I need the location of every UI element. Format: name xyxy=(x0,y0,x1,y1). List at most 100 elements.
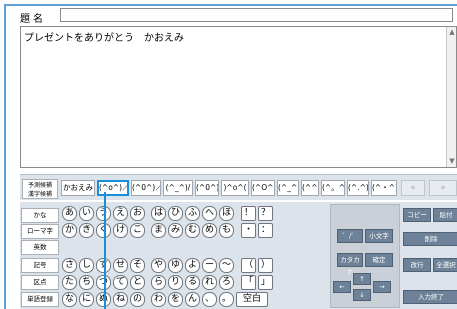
message-scrollbar[interactable]: ▲ ▼ xyxy=(446,27,456,167)
kana-key[interactable]: や xyxy=(151,258,166,273)
kana-key[interactable]: 「 xyxy=(241,275,256,290)
kana-key[interactable]: ！ xyxy=(241,206,256,221)
delete-button[interactable]: 削除 xyxy=(403,232,457,246)
kana-key[interactable]: の xyxy=(130,292,145,307)
kana-key[interactable]: き xyxy=(79,223,94,238)
confirm-button[interactable]: 確定 xyxy=(365,253,393,267)
kana-key[interactable]: ー xyxy=(202,258,217,273)
kana-key[interactable]: る xyxy=(185,275,200,290)
suggestion-chip[interactable]: (^・^) xyxy=(371,180,397,196)
suggestion-chip[interactable]: (^O^) xyxy=(251,180,275,196)
kana-key[interactable]: ん xyxy=(185,292,200,307)
suggestion-chip[interactable]: (^0^)／ xyxy=(131,180,161,196)
kana-key[interactable]: た xyxy=(62,275,77,290)
kana-key[interactable]: ？ xyxy=(258,206,273,221)
copy-button[interactable]: コピー xyxy=(403,208,431,222)
scroll-down-icon[interactable]: ▼ xyxy=(448,157,456,166)
suggestion-bar: 予測候補 漢字候補 かおえみ (^o^)／ (^0^)／ (^_^)/ (^0^… xyxy=(20,174,457,200)
mode-symbol-button[interactable]: 記号 xyxy=(21,258,59,273)
kana-key[interactable]: さ xyxy=(62,258,77,273)
selection-indicator-line xyxy=(104,192,106,309)
kana-key[interactable]: ひ xyxy=(168,206,183,221)
message-textarea[interactable]: プレゼントをありがとう かおえみ ▲ ▼ xyxy=(20,26,457,168)
kana-key[interactable]: せ xyxy=(113,258,128,273)
scroll-up-icon[interactable]: ▲ xyxy=(448,28,456,37)
kana-key[interactable]: れ xyxy=(202,275,217,290)
arrow-down-button[interactable]: ↓ xyxy=(353,289,371,301)
suggestion-chip[interactable]: (^.^) xyxy=(347,180,369,196)
kana-key[interactable]: ・ xyxy=(241,223,256,238)
word-register-button[interactable]: 単語登録 xyxy=(21,292,59,307)
select-all-button[interactable]: 全選択 xyxy=(433,258,457,272)
kana-key[interactable]: 。 xyxy=(219,292,234,307)
kana-key[interactable]: ～ xyxy=(219,258,234,273)
kana-key[interactable]: も xyxy=(219,223,234,238)
kana-key[interactable]: あ xyxy=(62,206,77,221)
kana-key[interactable]: ゆ xyxy=(168,258,183,273)
mode-alnum-button[interactable]: 英数 xyxy=(21,240,59,255)
kana-key[interactable]: て xyxy=(113,275,128,290)
suggestion-chip-selected[interactable]: (^o^)／ xyxy=(97,180,129,196)
suggestion-chip[interactable]: かおえみ xyxy=(61,180,95,196)
arrow-right-button[interactable]: → xyxy=(373,281,391,293)
kana-key[interactable]: 空白 xyxy=(236,292,268,307)
suggestion-chip[interactable]: (^0^) xyxy=(195,180,219,196)
suggestion-chip[interactable]: )^o^( xyxy=(221,180,249,196)
suggestion-chip[interactable]: (^_^)/ xyxy=(163,180,193,196)
kana-key[interactable]: え xyxy=(113,206,128,221)
title-row: 題名 xyxy=(4,8,453,25)
kana-key[interactable]: む xyxy=(185,223,200,238)
title-input[interactable] xyxy=(60,8,453,22)
small-char-button[interactable]: 小文字 xyxy=(365,229,393,243)
kana-key[interactable]: こ xyxy=(130,223,145,238)
kana-key[interactable]: は xyxy=(151,206,166,221)
kana-key[interactable]: め xyxy=(202,223,217,238)
kana-key[interactable]: か xyxy=(62,223,77,238)
prev-suggestions-button[interactable]: « xyxy=(401,180,425,196)
kana-key[interactable]: そ xyxy=(130,258,145,273)
newline-button[interactable]: 改行 xyxy=(403,258,431,272)
kana-key[interactable]: ね xyxy=(113,292,128,307)
mode-romaji-button[interactable]: ローマ字 xyxy=(21,224,59,239)
kana-key[interactable]: ろ xyxy=(219,275,234,290)
mode-label-predict: 予測候補 xyxy=(27,182,52,189)
kana-key[interactable]: み xyxy=(168,223,183,238)
edit-panel: ゛/゜ 小文字 カタカナ 確定 ↑ ← → ↓ xyxy=(330,204,400,308)
mode-kana-button[interactable]: かな xyxy=(21,208,59,223)
kana-key[interactable]: ら xyxy=(151,275,166,290)
kana-key[interactable]: 」 xyxy=(258,275,273,290)
suggestion-chip[interactable]: (^^) xyxy=(301,180,319,196)
kana-key[interactable]: （ xyxy=(241,258,256,273)
kana-key[interactable]: と xyxy=(130,275,145,290)
kana-key[interactable]: ち xyxy=(79,275,94,290)
kana-key[interactable]: ： xyxy=(258,223,273,238)
paste-button[interactable]: 貼付 xyxy=(433,208,457,222)
kana-key[interactable]: わ xyxy=(151,292,166,307)
suggestion-chip[interactable]: (^_^) xyxy=(277,180,299,196)
katakana-button[interactable]: カタカナ xyxy=(337,253,363,276)
kana-key[interactable]: け xyxy=(113,223,128,238)
kana-key[interactable]: に xyxy=(79,292,94,307)
kana-key[interactable]: ふ xyxy=(185,206,200,221)
dakuten-button[interactable]: ゛/゜ xyxy=(337,229,363,243)
kana-key[interactable]: り xyxy=(168,275,183,290)
arrow-up-button[interactable]: ↑ xyxy=(353,273,371,285)
kana-key[interactable]: い xyxy=(79,206,94,221)
suggestion-mode-toggle[interactable]: 予測候補 漢字候補 xyxy=(22,179,58,199)
soft-keyboard: かな ローマ字 英数 記号 区点 単語登録 あいうえおはひふへほ！？かきくけこま… xyxy=(20,202,457,309)
kana-key[interactable]: な xyxy=(62,292,77,307)
finish-input-button[interactable]: 入力終了 xyxy=(403,290,457,304)
kana-key[interactable]: ） xyxy=(258,258,273,273)
kana-key[interactable]: よ xyxy=(185,258,200,273)
kana-key[interactable]: を xyxy=(168,292,183,307)
suggestion-chip[interactable]: (^。^) xyxy=(321,180,345,196)
kana-key[interactable]: ま xyxy=(151,223,166,238)
arrow-left-button[interactable]: ← xyxy=(333,281,351,293)
kana-key[interactable]: へ xyxy=(202,206,217,221)
next-suggestions-button[interactable]: » xyxy=(429,180,457,196)
mode-kuten-button[interactable]: 区点 xyxy=(21,275,59,290)
kana-key[interactable]: お xyxy=(130,206,145,221)
kana-key[interactable]: 、 xyxy=(202,292,217,307)
kana-key[interactable]: ほ xyxy=(219,206,234,221)
kana-key[interactable]: し xyxy=(79,258,94,273)
